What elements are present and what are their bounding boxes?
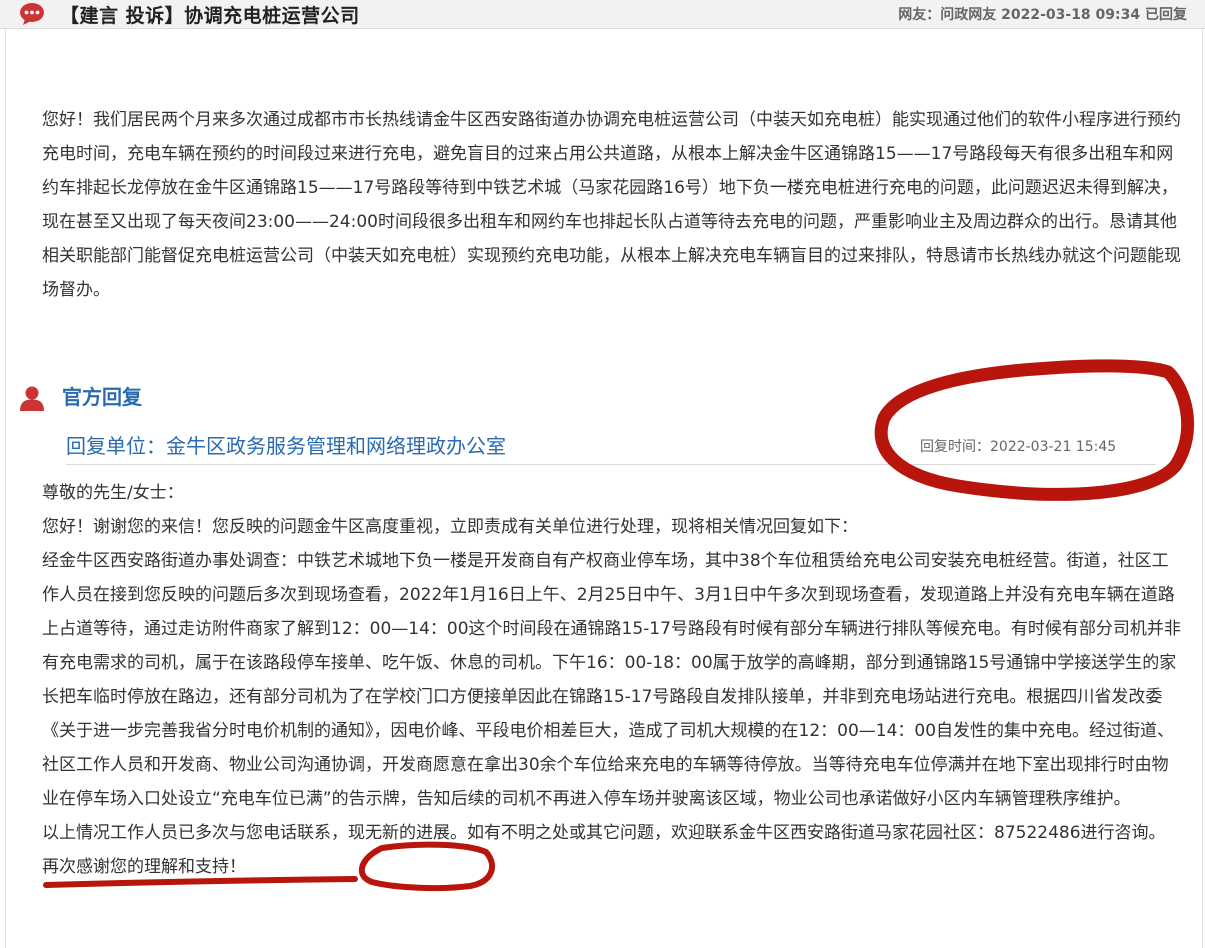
chat-bubble-icon xyxy=(20,3,44,25)
reply-unit: 回复单位：金牛区政务服务管理和网络理政办公室 xyxy=(66,434,506,458)
reply-divider xyxy=(66,464,1156,465)
reply-closing: 再次感谢您的理解和支持！ xyxy=(42,857,246,877)
reply-intro: 您好！谢谢您的来信！您反映的问题金牛区高度重视，立即责成有关单位进行处理，现将相… xyxy=(42,517,858,537)
official-reply-title: 官方回复 xyxy=(62,385,142,409)
complaint-content: 您好！我们居民两个月来多次通过成都市市长热线请金牛区西安路街道办协调充电桩运营公… xyxy=(42,110,1181,300)
reply-investigation: 经金牛区西安路街道办事处调查：中铁艺术城地下负一楼是开发商自有产权商业停车场，其… xyxy=(42,551,1181,809)
person-icon xyxy=(20,386,44,411)
post-header-bar: 【建言 投诉】协调充电桩运营公司 网友：问政网友 2022-03-18 09:3… xyxy=(0,0,1205,29)
post-title: 【建言 投诉】协调充电桩运营公司 xyxy=(60,5,360,27)
post-meta: 网友：问政网友 2022-03-18 09:34 已回复 xyxy=(898,7,1187,23)
reply-time: 回复时间：2022-03-21 15:45 xyxy=(920,439,1117,455)
reply-greeting: 尊敬的先生/女士： xyxy=(42,483,184,503)
reply-body: 尊敬的先生/女士： 您好！谢谢您的来信！您反映的问题金牛区高度重视，立即责成有关… xyxy=(42,476,1182,884)
reply-contact: 以上情况工作人员已多次与您电话联系，现无新的进展。如有不明之处或其它问题，欢迎联… xyxy=(42,823,1166,843)
